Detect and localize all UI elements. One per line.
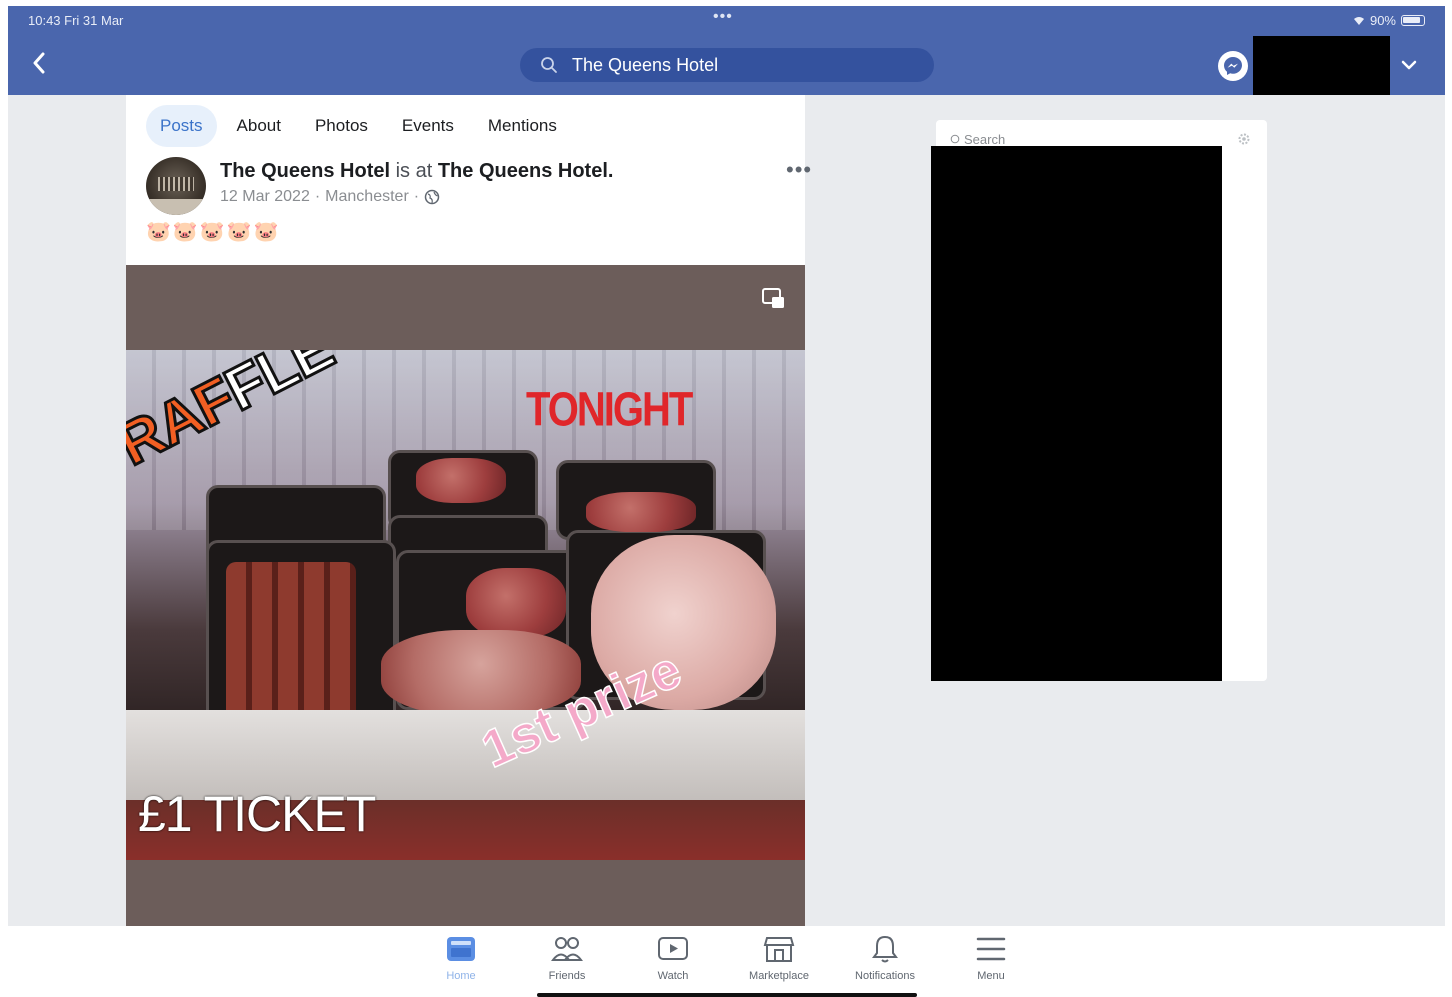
steak — [466, 568, 566, 638]
friends-icon — [551, 937, 583, 961]
top-nav-bar: 10:43 Fri 31 Mar ••• 90% The Queens Hote… — [8, 6, 1445, 95]
messenger-button[interactable] — [1218, 51, 1248, 81]
expand-photo-icon[interactable] — [760, 285, 788, 313]
meta-separator: · — [314, 188, 321, 205]
watch-icon — [658, 937, 688, 960]
contacts-panel: Search — [931, 120, 1267, 681]
post-header: The Queens Hotel is at The Queens Hotel.… — [146, 157, 811, 215]
post-title: The Queens Hotel is at The Queens Hotel. — [220, 160, 613, 183]
bell-icon — [872, 935, 898, 963]
globe-icon — [424, 189, 440, 205]
avatar[interactable] — [146, 157, 206, 215]
tab-friends-label: Friends — [548, 970, 586, 982]
tab-notifications[interactable]: Notifications — [832, 932, 938, 982]
search-icon — [541, 57, 557, 73]
marketplace-icon — [763, 937, 795, 962]
battery-percent: 90% — [1369, 13, 1396, 28]
messenger-icon — [1224, 57, 1242, 75]
tab-mentions[interactable]: Mentions — [474, 105, 571, 147]
menu-icon — [976, 937, 1006, 961]
contacts-search[interactable]: Search — [950, 132, 1005, 147]
redacted-profile — [1253, 36, 1390, 95]
back-chevron-icon — [33, 52, 45, 74]
post-date[interactable]: 12 Mar 2022 — [220, 188, 310, 206]
bottom-tab-bar: Home Friends Watch Marketplace Notificat… — [0, 926, 1452, 997]
ticket-price-label: £1 TICKET — [138, 786, 376, 842]
tab-watch[interactable]: Watch — [620, 932, 726, 982]
tab-watch-label: Watch — [657, 970, 689, 982]
search-value: The Queens Hotel — [572, 54, 719, 75]
post-photo[interactable]: RAFFLE TONIGHT 1st prize £1 TICKET — [126, 265, 805, 926]
post-author-link[interactable]: The Queens Hotel — [220, 160, 390, 182]
post-meta: 12 Mar 2022 · Manchester · — [220, 188, 440, 206]
post-location: Manchester — [325, 188, 409, 205]
app-frame: 10:43 Fri 31 Mar ••• 90% The Queens Hote… — [8, 6, 1445, 926]
page-tabs: Posts About Photos Events Mentions — [146, 105, 577, 147]
status-right: 90% — [1353, 13, 1425, 28]
tab-photos[interactable]: Photos — [301, 105, 382, 147]
home-indicator[interactable] — [537, 993, 917, 997]
kebab-skewers — [226, 562, 356, 722]
steak — [416, 458, 506, 503]
tab-posts[interactable]: Posts — [146, 105, 217, 147]
battery-icon — [1401, 15, 1425, 26]
tab-events[interactable]: Events — [388, 105, 468, 147]
gear-icon[interactable] — [1237, 132, 1251, 146]
post-place-link[interactable]: The Queens Hotel. — [438, 160, 614, 182]
multitask-dots[interactable]: ••• — [713, 8, 733, 26]
page-post-column: Posts About Photos Events Mentions The Q… — [126, 95, 811, 926]
meta-separator: · — [413, 188, 420, 205]
tab-home[interactable]: Home — [408, 932, 514, 982]
tab-menu-label: Menu — [977, 970, 1005, 982]
redacted-contacts — [931, 146, 1222, 681]
tab-marketplace-label: Marketplace — [749, 970, 809, 982]
back-button[interactable] — [24, 48, 54, 78]
post-text: 🐷🐷🐷🐷🐷 — [146, 221, 281, 243]
account-menu-button[interactable] — [1396, 54, 1422, 76]
tab-about[interactable]: About — [223, 105, 295, 147]
tonight-label: TONIGHT — [526, 383, 693, 437]
tab-friends[interactable]: Friends — [514, 932, 620, 982]
search-icon — [950, 134, 960, 144]
chevron-down-icon — [1401, 60, 1417, 70]
contacts-search-placeholder: Search — [964, 132, 1006, 147]
home-icon — [447, 937, 475, 961]
post-connector: is at — [395, 160, 433, 182]
tab-marketplace[interactable]: Marketplace — [726, 932, 832, 982]
post-more-button[interactable]: ••• — [786, 157, 812, 183]
steak — [586, 492, 696, 532]
tab-notifications-label: Notifications — [855, 970, 915, 982]
search-input[interactable]: The Queens Hotel — [520, 48, 934, 82]
wifi-icon — [1353, 16, 1364, 25]
tab-home-label: Home — [446, 970, 476, 982]
raffle-photo: RAFFLE TONIGHT 1st prize £1 TICKET — [126, 350, 805, 860]
status-time: 10:43 Fri 31 Mar — [28, 13, 124, 28]
tab-menu[interactable]: Menu — [938, 932, 1044, 982]
